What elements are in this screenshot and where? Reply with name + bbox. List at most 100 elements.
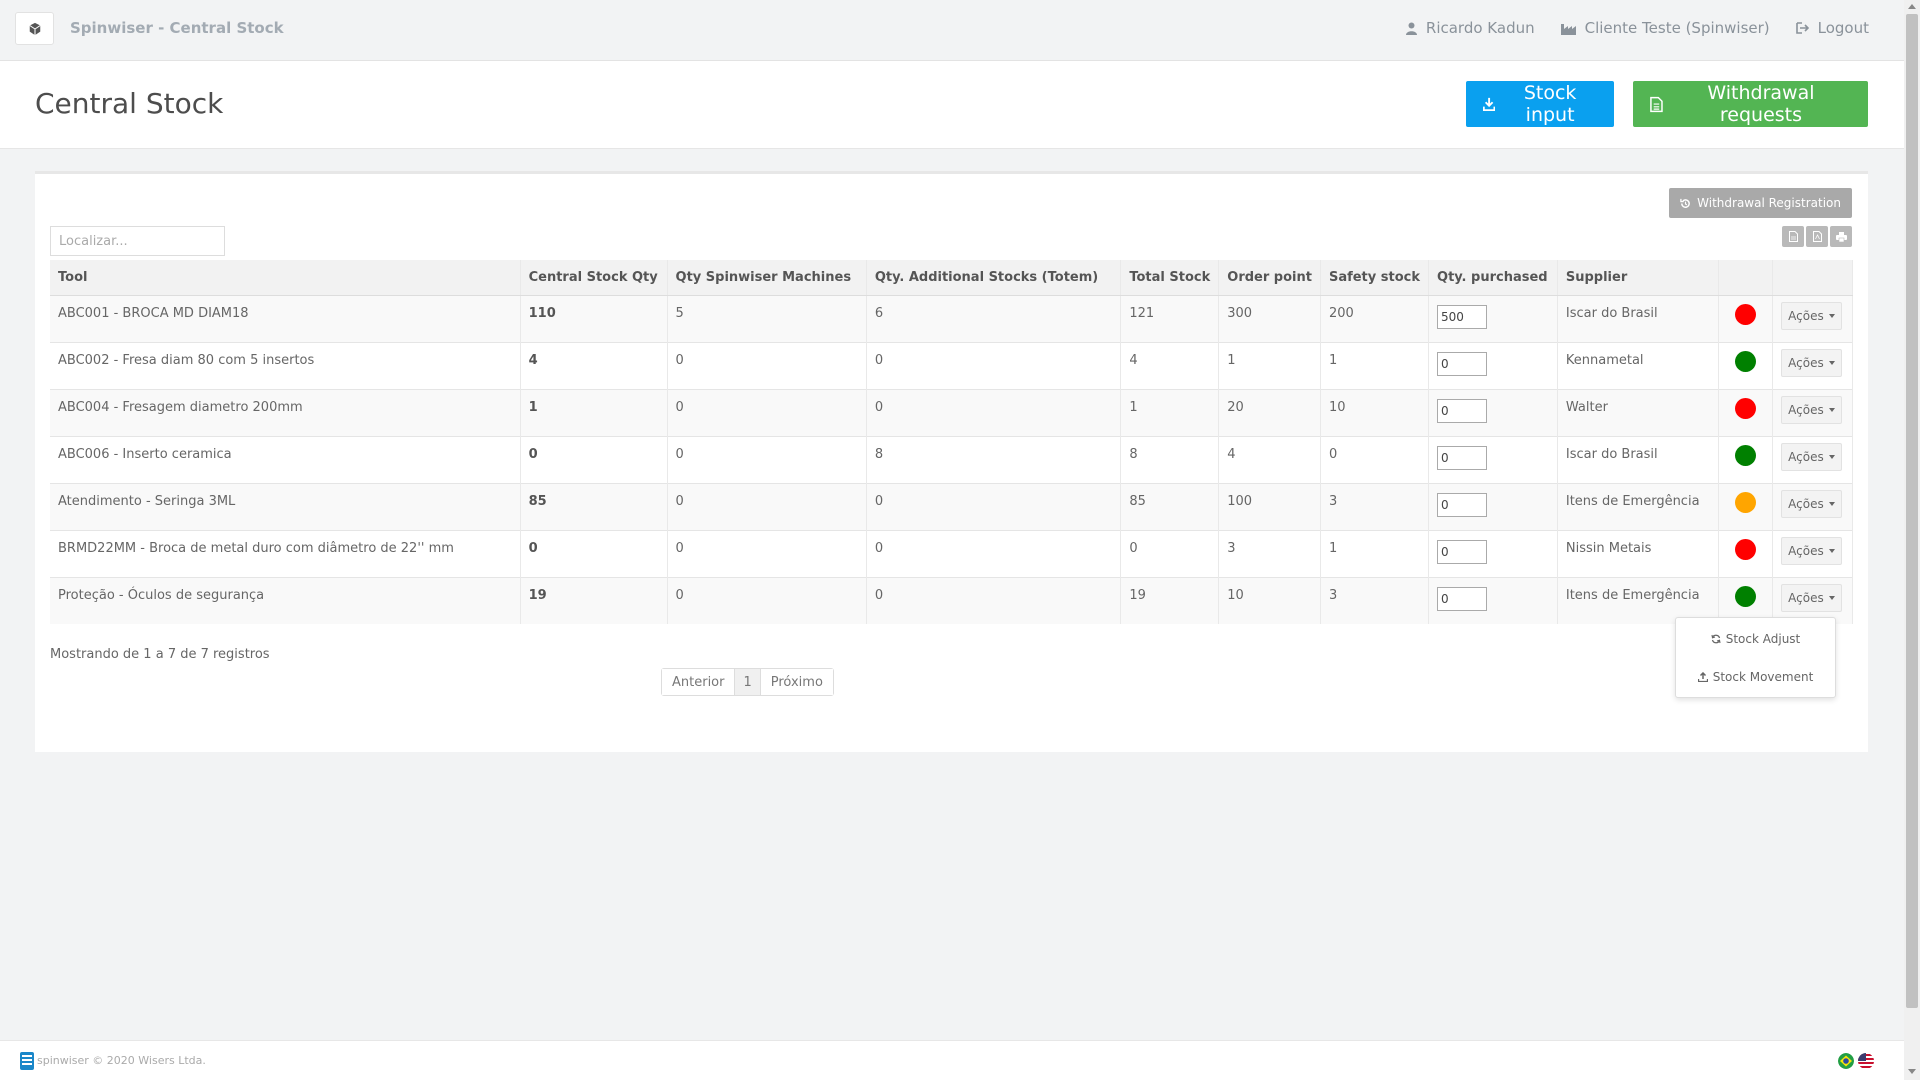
- central-stock-panel: Withdrawal Registration Tool Central Sto…: [35, 171, 1868, 752]
- safety-stock-cell: 0: [1320, 435, 1430, 483]
- vertical-scrollbar[interactable]: [1904, 0, 1920, 1080]
- qty-purchased-cell: [1428, 341, 1558, 389]
- status-indicator-icon: [1734, 538, 1756, 560]
- actions-button[interactable]: Ações: [1781, 301, 1842, 330]
- file-text-icon: [1650, 96, 1663, 112]
- export-csv-button[interactable]: [1782, 226, 1804, 247]
- central-stock-qty-cell: 0: [520, 435, 668, 483]
- column-header[interactable]: Safety stock: [1320, 260, 1430, 296]
- column-header[interactable]: Supplier: [1557, 260, 1719, 296]
- qty-purchased-input[interactable]: [1437, 304, 1488, 329]
- table-row: ABC004 - Fresagem diametro 200mm 1 0 0 1 20 10…: [50, 388, 1853, 436]
- tool-cell: ABC002 - Fresa diam 80 com 5 insertos: [50, 341, 521, 389]
- additional-stock-cell: 0: [866, 388, 1122, 436]
- withdrawal-requests-button[interactable]: Withdrawal requests: [1633, 81, 1868, 127]
- status-cell: [1718, 341, 1774, 389]
- qty-purchased-cell: [1428, 529, 1558, 577]
- next-page-button[interactable]: Próximo: [760, 669, 833, 695]
- page-header: Central Stock Stock input Withdrawal req…: [0, 61, 1904, 149]
- actions-button[interactable]: Ações: [1781, 536, 1842, 565]
- column-header: [1772, 260, 1853, 296]
- client-menu[interactable]: Cliente Teste (Spinwiser): [1560, 19, 1770, 37]
- actions-label: Ações: [1788, 355, 1824, 370]
- machines-qty-cell: 0: [667, 529, 867, 577]
- actions-cell: Ações: [1772, 435, 1853, 483]
- column-header[interactable]: Qty. purchased: [1428, 260, 1558, 296]
- export-pdf-button[interactable]: [1806, 226, 1828, 247]
- machines-qty-cell: 0: [667, 435, 867, 483]
- order-point-cell: 3: [1218, 529, 1321, 577]
- column-header[interactable]: Total Stock: [1120, 260, 1220, 296]
- qty-purchased-input[interactable]: [1437, 539, 1488, 564]
- qty-purchased-input[interactable]: [1437, 351, 1488, 376]
- export-buttons: [1782, 226, 1852, 247]
- central-stock-qty-cell: 0: [520, 529, 668, 577]
- stock-adjust-menu-item[interactable]: Stock Adjust: [1676, 626, 1835, 652]
- menu-toggle-button[interactable]: [15, 12, 54, 45]
- total-stock-cell: 121: [1120, 294, 1220, 342]
- column-header[interactable]: Tool: [50, 260, 521, 296]
- pdf-file-icon: [1812, 231, 1822, 242]
- status-indicator-icon: [1734, 585, 1756, 607]
- machines-qty-cell: 0: [667, 482, 867, 530]
- page-1-button[interactable]: 1: [735, 669, 761, 695]
- column-header[interactable]: Qty Spinwiser Machines: [667, 260, 867, 296]
- qty-purchased-input[interactable]: [1437, 445, 1488, 470]
- actions-cell: Ações: [1772, 482, 1853, 530]
- user-menu[interactable]: Ricardo Kadun: [1405, 19, 1535, 37]
- safety-stock-cell: 1: [1320, 529, 1430, 577]
- qty-purchased-input[interactable]: [1437, 586, 1488, 611]
- actions-button[interactable]: Ações: [1781, 583, 1842, 612]
- qty-purchased-input[interactable]: [1437, 492, 1488, 517]
- additional-stock-cell: 0: [866, 576, 1122, 624]
- search-input[interactable]: [50, 226, 225, 256]
- page-title: Central Stock: [35, 87, 224, 120]
- logout-link[interactable]: Logout: [1795, 19, 1869, 37]
- actions-dropdown-menu: Stock Adjust Stock Movement: [1675, 617, 1836, 698]
- order-point-cell: 100: [1218, 482, 1321, 530]
- status-indicator-icon: [1734, 397, 1756, 419]
- stock-input-button[interactable]: Stock input: [1466, 81, 1614, 127]
- usa-flag-icon[interactable]: [1858, 1053, 1874, 1069]
- pagination: Anterior 1 Próximo: [661, 668, 834, 696]
- scroll-down-icon[interactable]: [1908, 1069, 1916, 1074]
- scrollbar-thumb[interactable]: [1906, 14, 1918, 1008]
- actions-label: Ações: [1788, 496, 1824, 511]
- qty-purchased-input[interactable]: [1437, 398, 1488, 423]
- brazil-flag-icon[interactable]: [1838, 1053, 1854, 1069]
- scroll-up-icon[interactable]: [1908, 4, 1916, 9]
- qty-purchased-cell: [1428, 435, 1558, 483]
- actions-button[interactable]: Ações: [1781, 395, 1842, 424]
- safety-stock-cell: 3: [1320, 576, 1430, 624]
- column-header[interactable]: Central Stock Qty: [520, 260, 668, 296]
- logout-label: Logout: [1817, 19, 1869, 37]
- print-icon: [1835, 231, 1847, 242]
- actions-cell: Ações: [1772, 341, 1853, 389]
- withdrawal-registration-label: Withdrawal Registration: [1697, 196, 1841, 210]
- column-header[interactable]: Order point: [1218, 260, 1321, 296]
- brand-title[interactable]: Spinwiser - Central Stock: [70, 19, 284, 37]
- qty-purchased-cell: [1428, 388, 1558, 436]
- actions-button[interactable]: Ações: [1781, 348, 1842, 377]
- central-stock-qty-cell: 4: [520, 341, 668, 389]
- table-row: ABC006 - Inserto ceramica008840Iscar do …: [50, 435, 1853, 483]
- column-header[interactable]: Qty. Additional Stocks (Totem): [866, 260, 1122, 296]
- actions-button[interactable]: Ações: [1781, 489, 1842, 518]
- actions-button[interactable]: Ações: [1781, 442, 1842, 471]
- status-cell: [1718, 388, 1774, 436]
- safety-stock-cell: 3: [1320, 482, 1430, 530]
- table-row: Proteção - Óculos de segurança190019103I…: [50, 576, 1853, 624]
- caret-down-icon: [1828, 595, 1835, 600]
- order-point-cell: 1: [1218, 341, 1321, 389]
- refresh-icon: [1711, 634, 1721, 644]
- additional-stock-cell: 0: [866, 341, 1122, 389]
- additional-stock-cell: 8: [866, 435, 1122, 483]
- print-button[interactable]: [1830, 226, 1852, 247]
- withdrawal-registration-button[interactable]: Withdrawal Registration: [1669, 188, 1852, 218]
- stock-movement-menu-item[interactable]: Stock Movement: [1676, 664, 1835, 690]
- table-row: ABC001 - BROCA MD DIAM1811056121300200 Is…: [50, 294, 1853, 342]
- previous-page-button[interactable]: Anterior: [662, 669, 736, 695]
- caret-down-icon: [1828, 407, 1835, 412]
- additional-stock-cell: 6: [866, 294, 1122, 342]
- safety-stock-cell: 200: [1320, 294, 1430, 342]
